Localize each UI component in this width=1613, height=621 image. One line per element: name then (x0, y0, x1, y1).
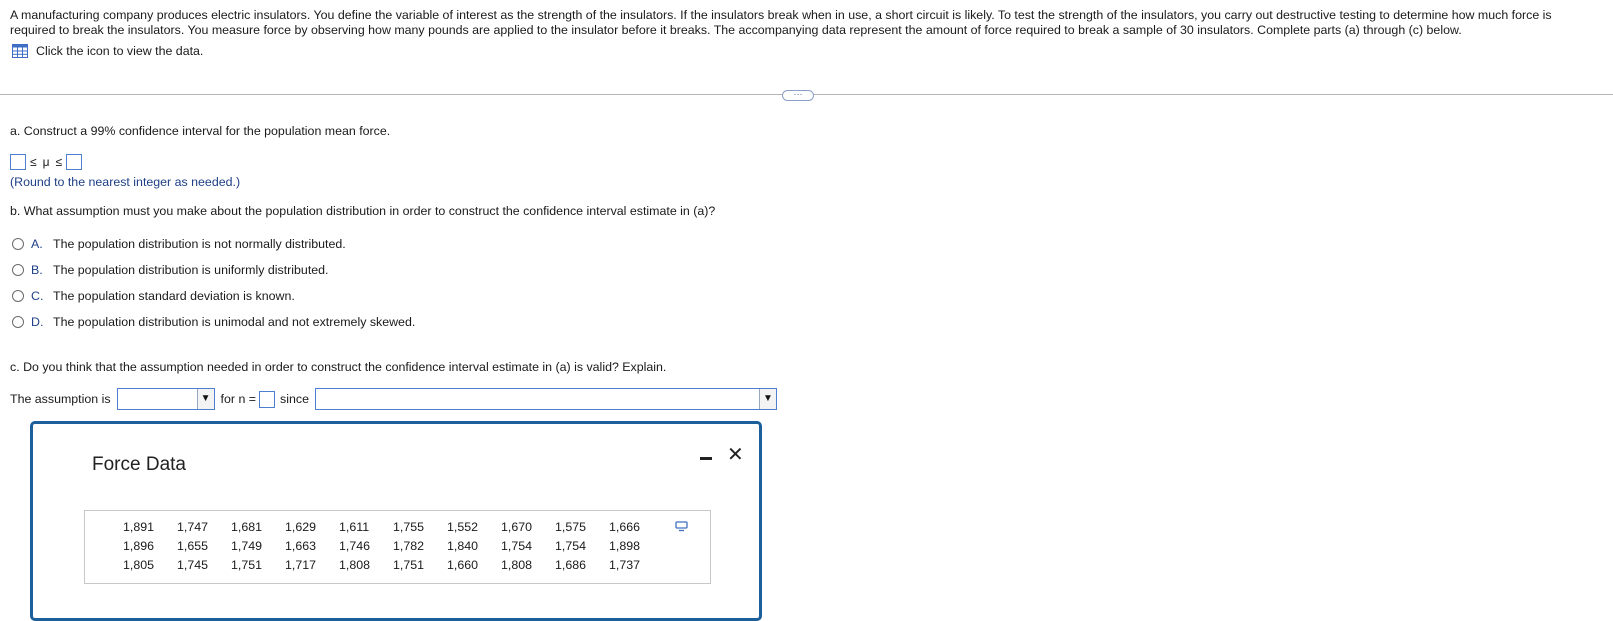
option-text: The population distribution is not norma… (53, 237, 346, 251)
part-c-answer-row: The assumption is ▼ for n = since ▼ (10, 388, 777, 410)
table-cell: 1,737 (609, 557, 641, 572)
table-cell: 1,611 (339, 519, 370, 534)
table-cell: 1,751 (393, 557, 425, 572)
table-grid-icon[interactable] (12, 44, 28, 58)
option-c[interactable]: C. The population standard deviation is … (12, 289, 295, 303)
option-letter: B. (31, 263, 43, 277)
table-cell: 1,666 (609, 519, 641, 534)
table-cell: 1,629 (285, 519, 317, 534)
sample-size-input[interactable] (259, 390, 276, 408)
lower-bound-input[interactable] (10, 154, 26, 170)
table-row: 1,891 1,747 1,681 1,629 1,611 1,755 1,55… (123, 517, 663, 536)
option-d[interactable]: D. The population distribution is unimod… (12, 315, 415, 329)
less-equal-symbol: ≤ (30, 155, 37, 169)
option-text: The population standard deviation is kno… (53, 289, 295, 303)
table-cell: 1,808 (339, 557, 371, 572)
radio-button[interactable] (12, 264, 24, 276)
table-cell: 1,681 (231, 519, 263, 534)
upper-bound-input[interactable] (66, 154, 83, 170)
option-b[interactable]: B. The population distribution is unifor… (12, 263, 329, 277)
option-letter: C. (31, 289, 44, 303)
part-a-question: a. Construct a 99% confidence interval f… (10, 124, 391, 138)
table-cell: 1,575 (555, 519, 587, 534)
dropdown-arrow-icon[interactable]: ▼ (758, 389, 776, 409)
table-cell: 1,552 (447, 519, 479, 534)
radio-button[interactable] (12, 238, 24, 250)
table-cell: 1,898 (609, 538, 641, 553)
table-cell: 1,891 (123, 519, 155, 534)
part-c-question: c. Do you think that the assumption need… (10, 360, 667, 374)
dropdown-arrow-icon[interactable]: ▼ (196, 389, 214, 409)
close-icon[interactable]: ✕ (727, 442, 744, 468)
table-cell: 1,751 (231, 557, 263, 572)
force-data-dialog: Force Data ✕ 1,891 1,747 1,681 1,629 1,6… (30, 421, 762, 621)
table-cell: 1,660 (447, 557, 479, 572)
table-cell: 1,749 (231, 538, 263, 553)
table-cell: 1,755 (393, 519, 425, 534)
assumption-prefix: The assumption is (10, 392, 111, 406)
for-n-label: for n = (220, 392, 257, 406)
more-options-button[interactable]: ⋯ (782, 90, 814, 101)
table-cell: 1,896 (123, 538, 155, 553)
table-cell: 1,754 (501, 538, 533, 553)
table-cell: 1,808 (501, 557, 533, 572)
problem-statement: A manufacturing company produces electri… (10, 8, 1552, 37)
table-cell: 1,655 (177, 538, 209, 553)
copy-icon[interactable] (675, 521, 688, 532)
part-a-answer-row: ≤ μ ≤ (10, 154, 83, 170)
force-data-table: 1,891 1,747 1,681 1,629 1,611 1,755 1,55… (123, 517, 663, 574)
option-text: The population distribution is uniformly… (53, 263, 329, 277)
table-cell: 1,754 (555, 538, 587, 553)
table-cell: 1,686 (555, 557, 587, 572)
table-cell: 1,840 (447, 538, 479, 553)
dialog-title: Force Data (92, 454, 186, 475)
option-letter: D. (31, 315, 44, 329)
round-note: (Round to the nearest integer as needed.… (10, 175, 241, 189)
since-label: since (280, 392, 309, 406)
view-data-link[interactable]: Click the icon to view the data. (12, 44, 203, 58)
minimize-icon[interactable] (699, 449, 713, 463)
part-b-question: b. What assumption must you make about t… (10, 204, 716, 218)
table-cell: 1,745 (177, 557, 209, 572)
table-cell: 1,663 (285, 538, 317, 553)
option-text: The population distribution is unimodal … (53, 315, 416, 329)
mu-symbol: μ (42, 155, 50, 169)
table-cell: 1,746 (339, 538, 371, 553)
option-a[interactable]: A. The population distribution is not no… (12, 237, 346, 251)
radio-button[interactable] (12, 290, 24, 302)
force-data-table-container: 1,891 1,747 1,681 1,629 1,611 1,755 1,55… (84, 510, 711, 584)
table-row: 1,896 1,655 1,749 1,663 1,746 1,782 1,84… (123, 536, 663, 555)
table-row: 1,805 1,745 1,751 1,717 1,808 1,751 1,66… (123, 555, 663, 574)
less-equal-symbol: ≤ (55, 155, 63, 169)
table-cell: 1,805 (123, 557, 155, 572)
table-cell: 1,782 (393, 538, 425, 553)
view-data-label[interactable]: Click the icon to view the data. (36, 44, 203, 58)
assumption-validity-select[interactable]: ▼ (116, 388, 215, 410)
radio-button[interactable] (12, 316, 24, 328)
table-cell: 1,717 (285, 557, 317, 572)
table-cell: 1,747 (177, 519, 209, 534)
option-letter: A. (31, 237, 43, 251)
reason-select[interactable]: ▼ (314, 388, 777, 410)
table-cell: 1,670 (501, 519, 533, 534)
